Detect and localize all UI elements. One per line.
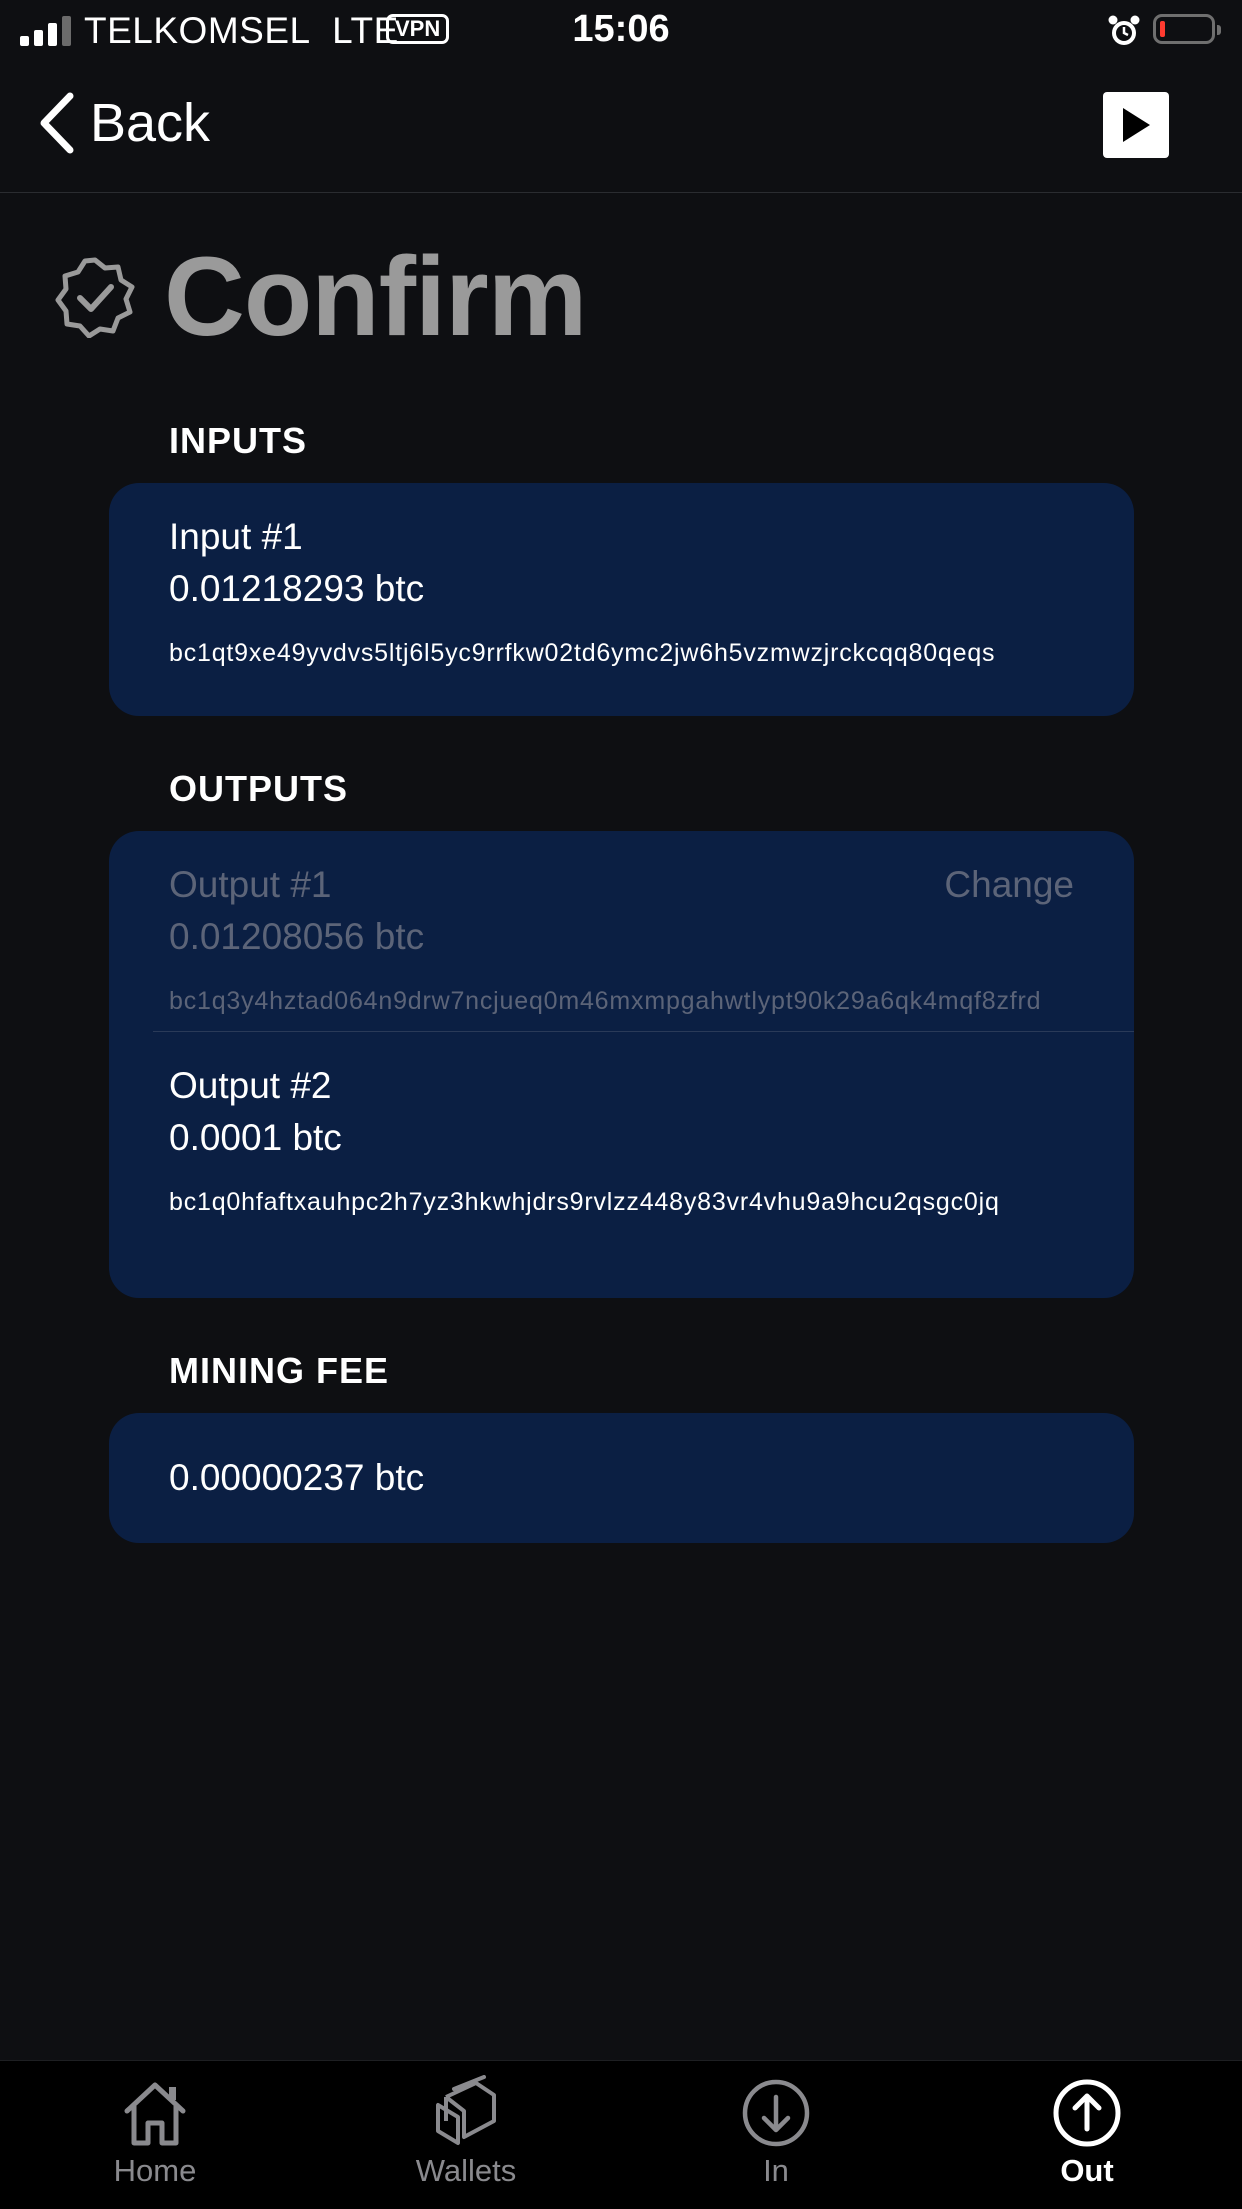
back-label: Back — [90, 93, 211, 153]
tab-home[interactable]: Home — [55, 2075, 255, 2189]
fee-amount: 0.00000237 btc — [169, 1457, 425, 1498]
output-label: Output #1 — [169, 864, 332, 905]
wallets-icon — [436, 2075, 496, 2145]
fee-entry: 0.00000237 btc — [109, 1456, 1134, 1500]
status-time: 15:06 — [572, 8, 670, 50]
page-title: Confirm — [164, 234, 587, 359]
tab-label: Wallets — [415, 2153, 517, 2188]
outputs-card: Output #1 Change 0.01208056 btc bc1q3y4h… — [109, 831, 1134, 1298]
navigation-bar: Back — [0, 62, 1242, 193]
status-bar: TELKOMSEL LTE VPN 15:06 — [0, 0, 1242, 62]
output-amount: 0.0001 btc — [169, 1117, 342, 1158]
tab-wallets[interactable]: Wallets — [366, 2075, 566, 2189]
mining-fee-header: MINING FEE — [169, 1350, 390, 1391]
inputs-card: Input #1 0.01218293 btc bc1qt9xe49yvdvs5… — [109, 483, 1134, 716]
arrow-down-circle-icon — [742, 2079, 810, 2147]
input-address[interactable]: bc1qt9xe49yvdvs5ltj6l5yc9rrfkw02td6ymc2j… — [169, 639, 1074, 668]
output-entry-change: Output #1 Change 0.01208056 btc bc1q3y4h… — [109, 831, 1134, 1031]
battery-level — [1160, 21, 1165, 37]
battery-icon — [1153, 14, 1221, 44]
input-label: Input #1 — [169, 516, 303, 557]
broadcast-button[interactable] — [1103, 92, 1169, 158]
chevron-left-icon — [40, 92, 74, 154]
output-amount: 0.01208056 btc — [169, 916, 425, 957]
mining-fee-card: 0.00000237 btc — [109, 1413, 1134, 1543]
verified-badge-icon — [55, 257, 135, 338]
tab-label: In — [763, 2153, 789, 2188]
output-label: Output #2 — [169, 1065, 332, 1106]
output-address[interactable]: bc1q0hfaftxauhpc2h7yz3hkwhjdrs9rvlzz448y… — [169, 1188, 1074, 1217]
tab-out[interactable]: Out — [987, 2075, 1187, 2189]
tab-bar: Home Wallets In Out — [0, 2060, 1242, 2209]
inputs-header: INPUTS — [169, 420, 308, 461]
back-button[interactable]: Back — [36, 90, 210, 156]
outputs-header: OUTPUTS — [169, 768, 349, 809]
tab-in[interactable]: In — [676, 2075, 876, 2189]
tab-label: Home — [113, 2153, 197, 2188]
alarm-icon — [1108, 15, 1140, 45]
home-icon — [124, 2082, 186, 2146]
arrow-up-circle-icon — [1053, 2079, 1121, 2147]
input-amount: 0.01218293 btc — [169, 568, 425, 609]
tab-label: Out — [1060, 2153, 1114, 2188]
output-address[interactable]: bc1q3y4hztad064n9drw7ncjueq0m46mxmpgahwt… — [169, 987, 1074, 1016]
change-tag: Change — [944, 864, 1074, 905]
input-entry: Input #1 0.01218293 btc bc1qt9xe49yvdvs5… — [109, 515, 1134, 668]
output-entry: Output #2 0.0001 btc bc1q0hfaftxauhpc2h7… — [109, 1032, 1134, 1217]
title-row: Confirm — [54, 232, 587, 361]
play-icon — [1123, 108, 1150, 142]
